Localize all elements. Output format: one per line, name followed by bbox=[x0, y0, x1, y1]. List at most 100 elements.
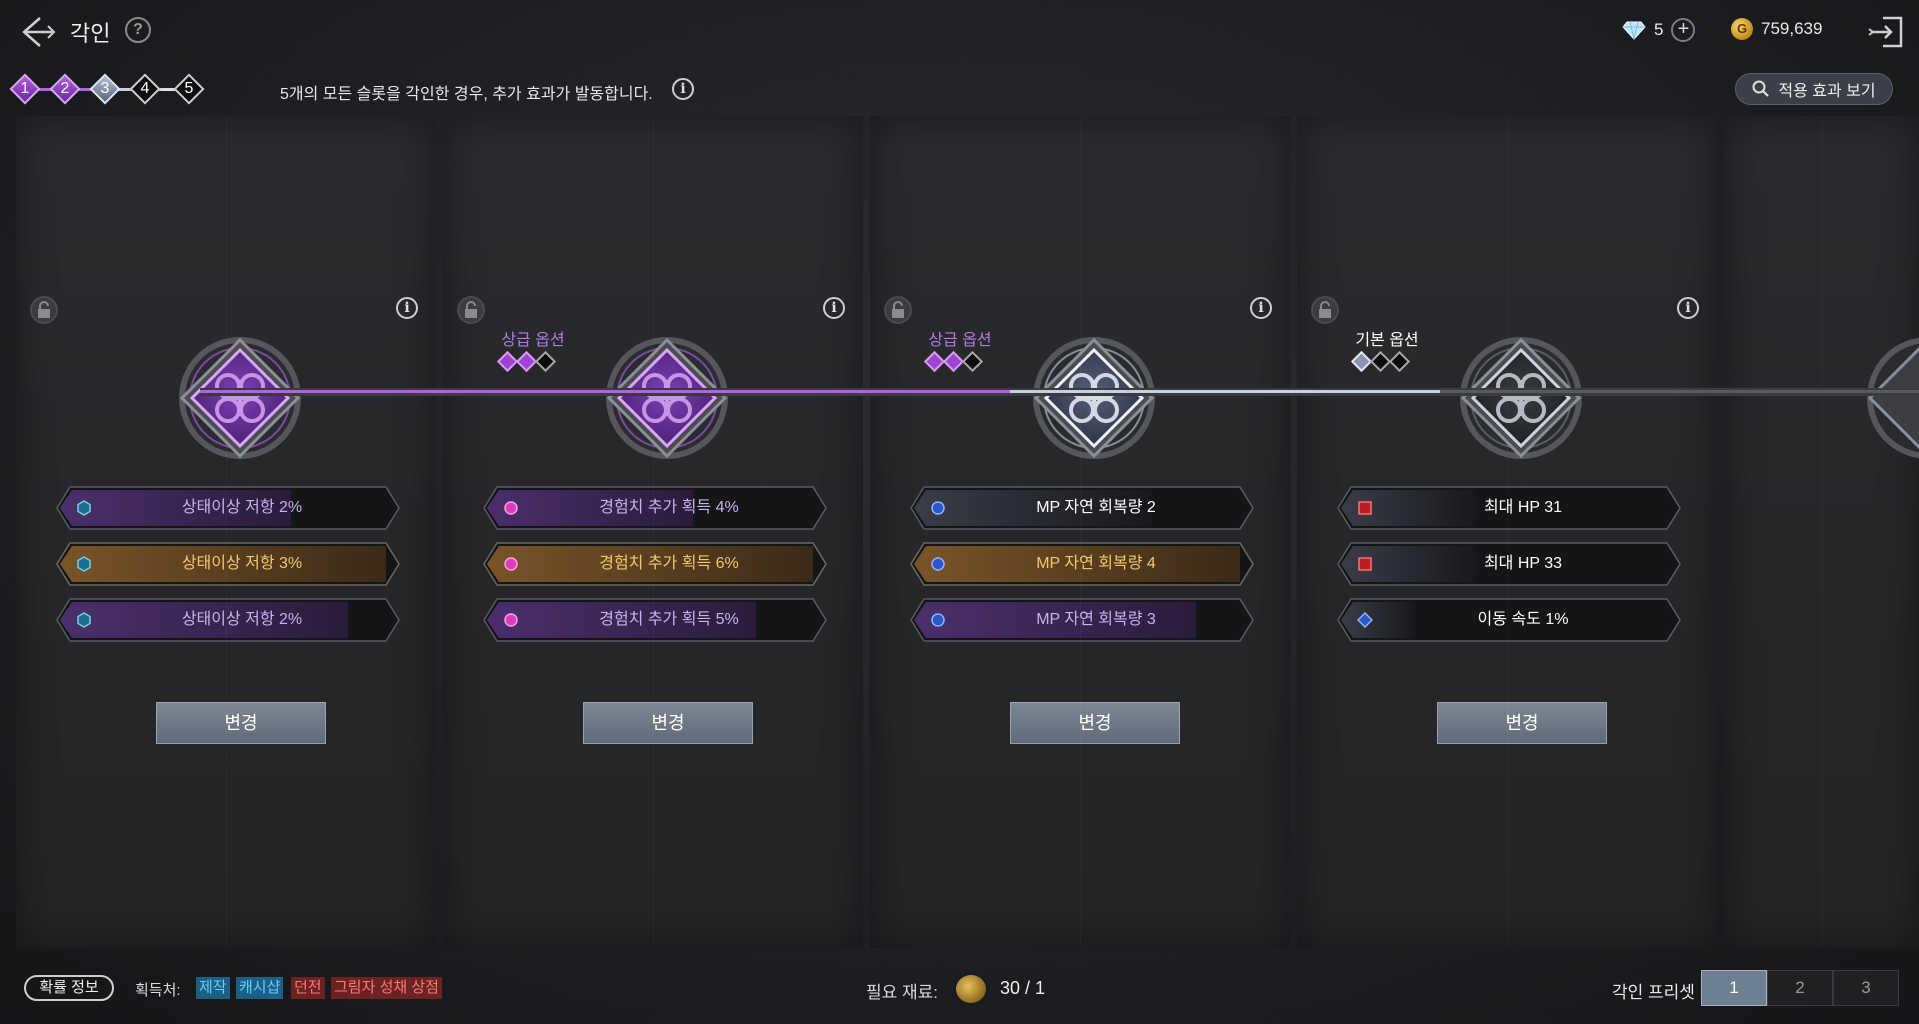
step-number: 1 bbox=[20, 80, 30, 97]
diamond-icon bbox=[1622, 21, 1646, 40]
lock-icon[interactable] bbox=[30, 296, 58, 324]
slot-panel-5 bbox=[1724, 116, 1919, 948]
probability-info-button[interactable]: 확률 정보 bbox=[24, 975, 114, 1001]
material-label: 필요 재료: bbox=[866, 983, 939, 1002]
lock-icon[interactable] bbox=[884, 296, 912, 324]
grade-gems bbox=[1350, 350, 1411, 373]
top-bar: 각인 ? 5 + G 759,639 bbox=[0, 0, 1919, 64]
option-list: 경험치 추가 획득 4% 경험치 추가 획득 6% 경험치 추가 획득 5% bbox=[483, 486, 827, 654]
lock-glyph bbox=[38, 301, 50, 318]
grade-gems bbox=[496, 350, 557, 373]
option-text: 경험치 추가 획득 6% bbox=[599, 555, 739, 572]
option-list: MP 자연 회복량 2 MP 자연 회복량 4 MP 자연 회복량 3 bbox=[910, 486, 1254, 654]
slot-panel-2: i 상급 옵션 경험치 추가 획득 4% 경험치 추가 획득 6% 경험치 추가 획득 … bbox=[443, 116, 863, 948]
option-row[interactable]: 상태이상 저항 3% bbox=[56, 542, 400, 586]
change-button[interactable]: 변경 bbox=[1437, 702, 1607, 744]
option-text: 상태이상 저항 3% bbox=[181, 555, 303, 572]
slot-info-icon[interactable]: i bbox=[1677, 297, 1699, 319]
option-row[interactable]: MP 자연 회복량 3 bbox=[910, 598, 1254, 642]
change-button[interactable]: 변경 bbox=[1010, 702, 1180, 744]
diamond-count: 5 bbox=[1654, 20, 1664, 39]
slot-panel-1: i 상태이상 저항 2% 상태이상 저항 3% 상태이상 저항 2% 변경 bbox=[16, 116, 436, 948]
change-button[interactable]: 변경 bbox=[583, 702, 753, 744]
gold-coin-icon: G bbox=[1731, 18, 1753, 40]
grade-gem bbox=[961, 350, 984, 373]
option-row[interactable]: 최대 HP 31 bbox=[1337, 486, 1681, 530]
option-list: 상태이상 저항 2% 상태이상 저항 3% 상태이상 저항 2% bbox=[56, 486, 400, 654]
option-row[interactable]: MP 자연 회복량 2 bbox=[910, 486, 1254, 530]
step-indicator: 1 2 3 4 5 bbox=[9, 73, 205, 105]
step-4: 4 bbox=[129, 73, 161, 105]
option-row[interactable]: 경험치 추가 획득 5% bbox=[483, 598, 827, 642]
slot-info-icon[interactable]: i bbox=[1250, 297, 1272, 319]
option-row[interactable]: 상태이상 저항 2% bbox=[56, 486, 400, 530]
grade-gem bbox=[534, 350, 557, 373]
step-number: 5 bbox=[184, 80, 194, 97]
slot-panel-4: i 기본 옵션최대 HP 31 최대 HP 33 이동 속도 1% 변경 bbox=[1297, 116, 1717, 948]
source-label: 획득처: bbox=[135, 982, 181, 999]
view-effect-button[interactable]: 적용 효과 보기 bbox=[1735, 73, 1893, 105]
step-number: 3 bbox=[100, 80, 110, 97]
option-text: 경험치 추가 획득 4% bbox=[599, 499, 739, 516]
option-text: 이동 속도 1% bbox=[1477, 611, 1569, 628]
option-row[interactable]: 이동 속도 1% bbox=[1337, 598, 1681, 642]
slot-info-icon[interactable]: i bbox=[823, 297, 845, 319]
option-text: MP 자연 회복량 2 bbox=[1036, 499, 1156, 516]
preset-tabs: 123 bbox=[1701, 970, 1899, 1006]
option-text: 경험치 추가 획득 5% bbox=[599, 611, 739, 628]
option-list: 최대 HP 31 최대 HP 33 이동 속도 1% bbox=[1337, 486, 1681, 654]
slot-info-icon[interactable]: i bbox=[396, 297, 418, 319]
option-text: MP 자연 회복량 3 bbox=[1036, 611, 1156, 628]
step-2: 2 bbox=[49, 73, 81, 105]
source-tag[interactable]: 캐시샵 bbox=[236, 977, 284, 999]
preset-tab-1[interactable]: 1 bbox=[1701, 970, 1767, 1006]
gold-amount: 759,639 bbox=[1761, 19, 1823, 38]
option-text: 상태이상 저항 2% bbox=[181, 499, 303, 516]
step-5: 5 bbox=[173, 73, 205, 105]
step-number: 4 bbox=[140, 80, 150, 97]
lock-icon[interactable] bbox=[457, 296, 485, 324]
option-text: MP 자연 회복량 4 bbox=[1036, 555, 1156, 572]
change-button[interactable]: 변경 bbox=[156, 702, 326, 744]
diamond-currency: 5 + bbox=[1622, 18, 1696, 42]
preset-label: 각인 프리셋 bbox=[1612, 983, 1695, 1002]
chain-glow bbox=[1440, 390, 1919, 393]
grade-gem bbox=[1388, 350, 1411, 373]
option-row[interactable]: 상태이상 저항 2% bbox=[56, 598, 400, 642]
exit-icon[interactable] bbox=[1867, 12, 1907, 52]
step-3: 3 bbox=[89, 73, 121, 105]
step-number: 2 bbox=[60, 80, 70, 97]
option-text: 최대 HP 31 bbox=[1483, 499, 1563, 516]
chain-glow bbox=[200, 390, 1010, 393]
lock-glyph bbox=[465, 301, 477, 318]
option-row[interactable]: 경험치 추가 획득 6% bbox=[483, 542, 827, 586]
option-text: 최대 HP 33 bbox=[1483, 555, 1563, 572]
lock-glyph bbox=[892, 301, 904, 318]
page-title: 각인 bbox=[70, 21, 111, 46]
preset-tab-3[interactable]: 3 bbox=[1833, 970, 1899, 1006]
slot-panel-3: i 상급 옵션 MP 자연 회복량 2 MP 자연 회복량 4 MP 자연 회복량 3 변… bbox=[870, 116, 1290, 948]
lock-icon[interactable] bbox=[1311, 296, 1339, 324]
option-row[interactable]: 최대 HP 33 bbox=[1337, 542, 1681, 586]
add-diamond-button[interactable]: + bbox=[1671, 18, 1696, 42]
help-icon[interactable]: ? bbox=[125, 17, 151, 43]
grade-label: 기본 옵션 bbox=[1355, 332, 1419, 349]
info-icon[interactable]: i bbox=[672, 78, 694, 100]
preset-tab-2[interactable]: 2 bbox=[1767, 970, 1833, 1006]
source-tag[interactable]: 던전 bbox=[291, 977, 325, 999]
source-tag[interactable]: 그림자 성채 상점 bbox=[331, 977, 442, 999]
grade-gems bbox=[923, 350, 984, 373]
chain-glow bbox=[1010, 390, 1440, 393]
step-1: 1 bbox=[9, 73, 41, 105]
option-text: 상태이상 저항 2% bbox=[181, 611, 303, 628]
material-count: 30 / 1 bbox=[1000, 978, 1046, 998]
search-icon bbox=[1752, 80, 1770, 97]
steps-message: 5개의 모든 슬롯을 각인한 경우, 추가 효과가 발동합니다. bbox=[280, 86, 653, 103]
lock-glyph bbox=[1319, 301, 1331, 318]
back-arrow-icon[interactable] bbox=[18, 12, 58, 52]
gold-currency: G 759,639 bbox=[1731, 18, 1822, 40]
grade-label: 상급 옵션 bbox=[501, 332, 565, 349]
source-tag[interactable]: 제작 bbox=[196, 977, 230, 999]
option-row[interactable]: 경험치 추가 획득 4% bbox=[483, 486, 827, 530]
option-row[interactable]: MP 자연 회복량 4 bbox=[910, 542, 1254, 586]
